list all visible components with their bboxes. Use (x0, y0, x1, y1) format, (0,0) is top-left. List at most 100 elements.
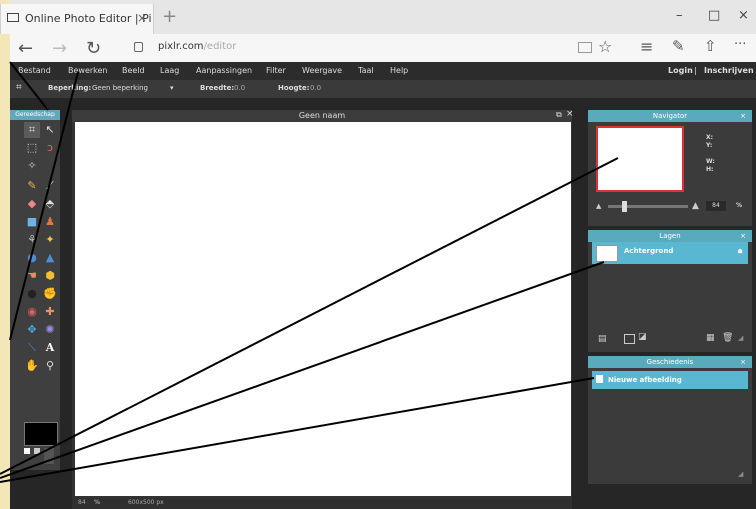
layers-title: Lagen (659, 232, 681, 240)
navigator-title: Navigator (652, 112, 688, 120)
navigator-zoom-input[interactable]: 84 (706, 201, 726, 211)
back-button[interactable]: ← (18, 38, 33, 59)
layer-styles-icon[interactable]: ▤ (598, 334, 607, 344)
close-window-button[interactable]: × (738, 8, 749, 23)
tab-close-icon[interactable]: × (137, 11, 147, 25)
delete-layer-icon[interactable]: 🗑︎ (722, 333, 733, 343)
browser-tab[interactable]: Online Photo Editor | Pi × (0, 4, 154, 34)
layers-header: Lagen × (588, 230, 752, 242)
navigator-close-icon[interactable]: × (740, 110, 746, 122)
layer-thumbnail (596, 245, 618, 262)
canvas-close-icon[interactable]: × (566, 109, 574, 119)
url-field[interactable]: pixlr.com/editor (158, 41, 236, 52)
width-input[interactable]: 0.0 (234, 84, 245, 92)
canvas-maximize-icon[interactable]: ⧉ (556, 110, 562, 120)
menu-item-aanpassingen[interactable]: Aanpassingen (196, 66, 252, 75)
dodge-tool-icon[interactable]: ● (24, 286, 40, 302)
register-link[interactable]: Inschrijven (704, 66, 754, 75)
color-picker-tool-icon[interactable]: ⟍ (24, 340, 40, 356)
default-colors-icon[interactable] (24, 448, 30, 454)
zoom-in-icon[interactable]: ▲ (692, 201, 699, 211)
navigator-header: Navigator × (588, 110, 752, 122)
url-host: pixlr.com (158, 41, 204, 52)
menu-separator: | (694, 66, 697, 75)
primary-color-swatch[interactable] (24, 422, 58, 446)
bloat-tool-icon[interactable]: ✥ (24, 322, 40, 338)
web-note-icon[interactable]: ✎ (672, 37, 685, 55)
h-label: H: (706, 166, 714, 173)
menu-item-filter[interactable]: Filter (266, 66, 286, 75)
pencil-tool-icon[interactable]: ✎ (24, 178, 40, 194)
menu-item-laag[interactable]: Laag (160, 66, 179, 75)
red-eye-tool-icon[interactable]: ◉ (24, 304, 40, 320)
url-path: /editor (203, 41, 237, 52)
eraser-tool-icon[interactable]: ◆ (24, 196, 40, 212)
height-input[interactable]: 0.0 (310, 84, 321, 92)
navigator-panel: Navigator × X: Y: W: H: ▲ ▲ 84 % (588, 110, 752, 226)
marquee-tool-icon[interactable]: ⬚ (24, 140, 40, 156)
forward-button[interactable]: → (52, 38, 67, 59)
image-canvas[interactable] (75, 122, 571, 496)
chevron-down-icon[interactable]: ▾ (170, 84, 174, 92)
login-link[interactable]: Login (668, 66, 693, 75)
layer-item[interactable]: Achtergrond 🔒︎ (592, 242, 748, 264)
brush-tool-icon[interactable]: ⟋ (42, 178, 58, 194)
lasso-tool-icon[interactable]: ↄ (42, 140, 58, 156)
menu-item-beeld[interactable]: Beeld (122, 66, 145, 75)
menu-item-bestand[interactable]: Bestand (18, 66, 51, 75)
burn-tool-icon[interactable]: ✊ (42, 286, 58, 302)
sponge-tool-icon[interactable]: ⬢ (42, 268, 58, 284)
color-replace-tool-icon[interactable]: ⚘ (24, 232, 40, 248)
spot-heal-tool-icon[interactable]: ✚ (42, 304, 58, 320)
move-tool-icon[interactable]: ↖ (42, 122, 58, 138)
more-button[interactable]: ··· (734, 37, 746, 52)
hub-icon[interactable]: ≡ (640, 37, 653, 56)
pinch-tool-icon[interactable]: ✺ (42, 322, 58, 338)
resize-handle-icon[interactable]: ◢ (738, 334, 743, 342)
constraint-label: Beperking: (48, 84, 92, 92)
layer-mask-icon[interactable] (624, 334, 635, 344)
zoom-tool-icon[interactable]: ⚲ (42, 358, 58, 374)
hand-tool-icon[interactable]: ✋ (24, 358, 40, 374)
history-header: Geschiedenis × (588, 356, 752, 368)
smudge-tool-icon[interactable]: ☚ (24, 268, 40, 284)
minimize-button[interactable]: – (676, 8, 683, 23)
crop-tool-icon[interactable]: ⌗ (24, 122, 40, 138)
menu-item-taal[interactable]: Taal (358, 66, 374, 75)
zoom-out-icon[interactable]: ▲ (596, 202, 601, 210)
new-tab-button[interactable]: + (162, 6, 177, 27)
layer-settings-icon[interactable]: ◪ (638, 332, 647, 342)
zoom-slider-handle[interactable] (622, 201, 627, 212)
navigator-preview[interactable] (596, 126, 684, 192)
menu-item-weergave[interactable]: Weergave (302, 66, 342, 75)
resize-handle-icon[interactable]: ◢ (738, 470, 743, 478)
history-title: Geschiedenis (646, 358, 694, 366)
bucket-tool-icon[interactable]: ⬘ (42, 196, 58, 212)
history-item-label: Nieuwe afbeelding (608, 376, 682, 384)
type-tool-icon[interactable]: A (42, 340, 58, 356)
swap-colors-icon[interactable] (34, 448, 40, 454)
reading-view-icon[interactable] (578, 42, 592, 53)
sharpen-tool-icon[interactable]: ▲ (42, 250, 58, 266)
new-layer-icon[interactable]: ▦ (706, 333, 715, 343)
blur-tool-icon[interactable]: ● (24, 250, 40, 266)
constraint-select[interactable]: Geen beperking (92, 84, 148, 92)
gradient-tool-icon[interactable]: ■ (24, 214, 40, 230)
drawing-tool-icon[interactable]: ✦ (42, 232, 58, 248)
menu-item-help[interactable]: Help (390, 66, 408, 75)
history-item[interactable]: Nieuwe afbeelding (592, 371, 748, 389)
document-icon (596, 375, 603, 383)
history-close-icon[interactable]: × (740, 356, 746, 368)
zoom-slider[interactable] (608, 205, 688, 208)
menu-item-bewerken[interactable]: Bewerken (68, 66, 108, 75)
wand-tool-icon[interactable]: ✧ (24, 158, 40, 174)
favorite-star-icon[interactable]: ☆ (598, 37, 612, 56)
w-label: W: (706, 158, 715, 165)
refresh-button[interactable]: ↻ (86, 38, 101, 59)
zoom-value[interactable]: 84 (78, 499, 86, 506)
maximize-button[interactable]: □ (708, 8, 720, 23)
clone-tool-icon[interactable]: ♟ (42, 214, 58, 230)
layers-close-icon[interactable]: × (740, 230, 746, 242)
secondary-color-swatch[interactable] (44, 448, 54, 464)
share-icon[interactable]: ⇧ (704, 37, 717, 55)
